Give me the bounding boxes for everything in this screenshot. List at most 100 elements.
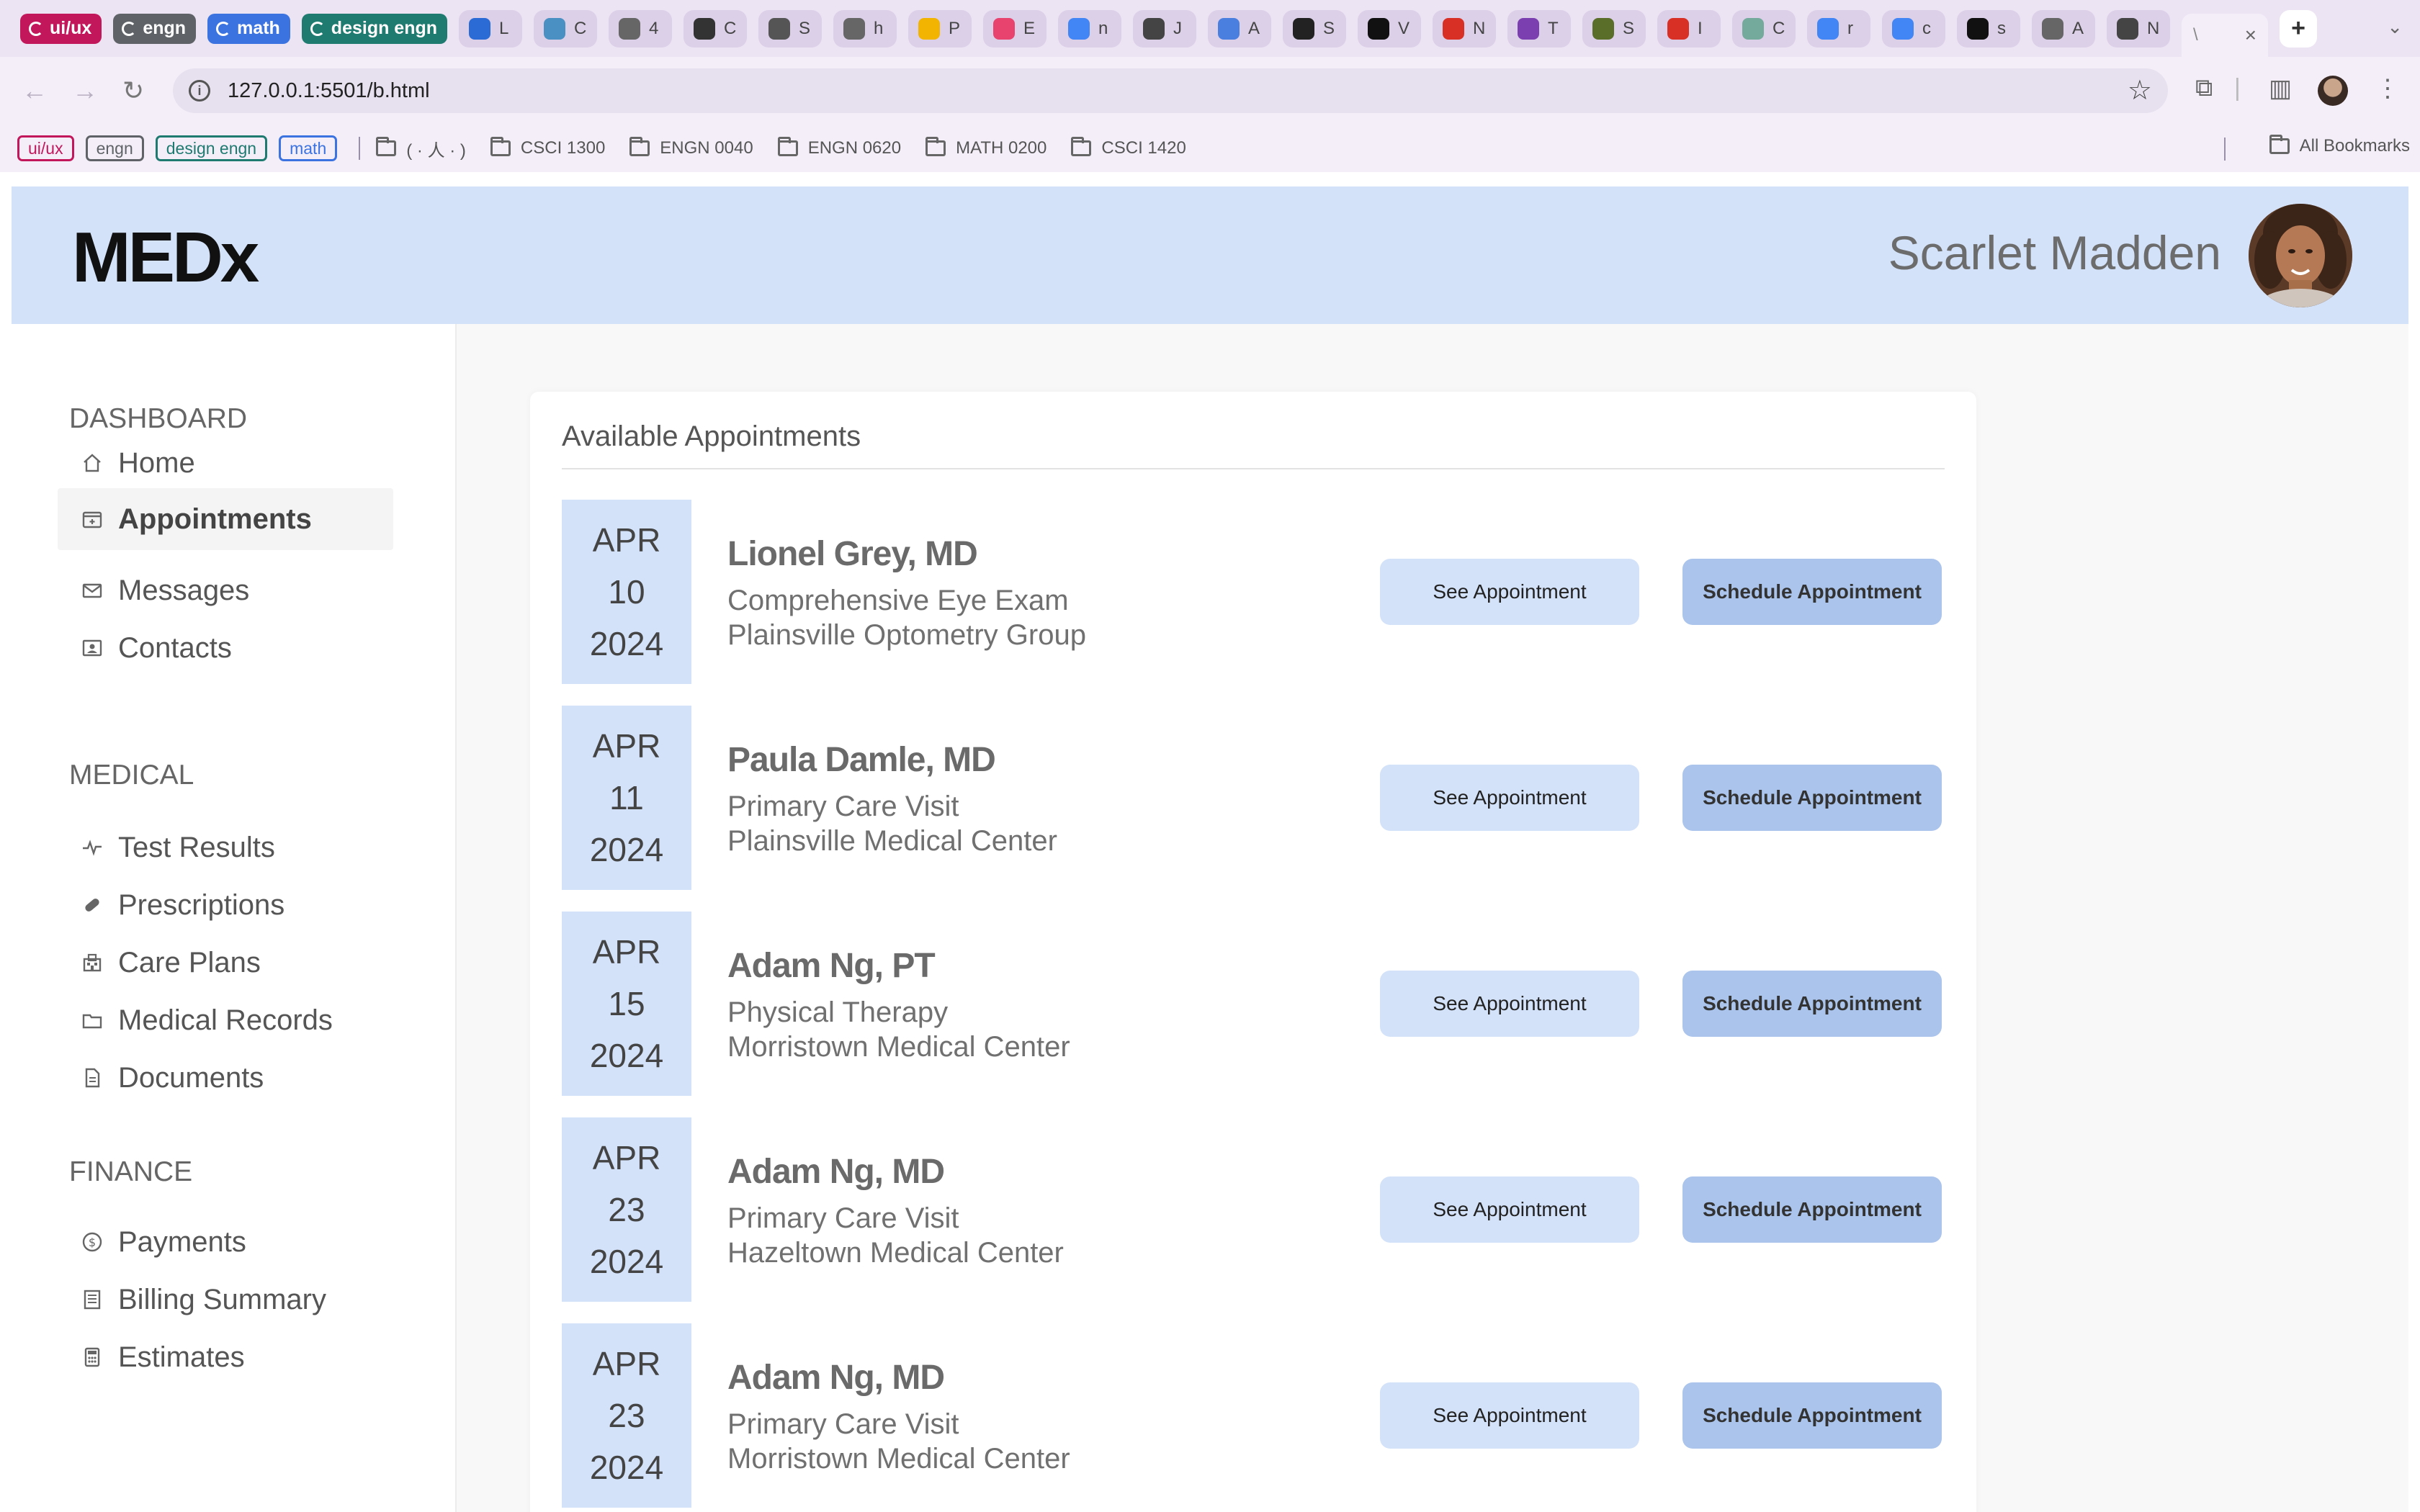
site-info-icon[interactable]: i — [189, 80, 210, 102]
sidebar-item-test-results[interactable]: Test Results — [58, 816, 393, 878]
tab-favicon-icon — [1518, 17, 1540, 40]
appointment-row: APR 10 2024 Lionel Grey, MD Comprehensive Ey… — [562, 500, 1945, 684]
sidebar-item-messages[interactable]: Messages — [58, 559, 393, 621]
app-logo[interactable]: MEDx — [72, 217, 259, 298]
appointment-row: APR 11 2024 Paula Damle, MD Primary Care Vis… — [562, 706, 1945, 890]
tab-group-math[interactable]: math — [207, 13, 290, 44]
appointment-type: Physical Therapy — [727, 996, 949, 1028]
browser-tab[interactable]: S — [758, 9, 823, 48]
tab-group-label: ui/ux — [50, 18, 92, 38]
bookmark-folder[interactable]: ENGN 0620 — [777, 136, 901, 161]
sidebar-item-care-plans[interactable]: Care Plans — [58, 932, 393, 994]
bookmark-folder[interactable]: MATH 0200 — [926, 136, 1047, 161]
browser-tab[interactable]: A — [1208, 9, 1272, 48]
browser-tab[interactable]: A — [2032, 9, 2096, 48]
browser-tab[interactable]: I — [1657, 9, 1721, 48]
active-tab[interactable]: \ × — [2182, 14, 2269, 57]
bookmark-group-chip[interactable]: ui/ux — [17, 135, 74, 161]
tab-group-engn[interactable]: engn — [113, 13, 197, 44]
tab-favicon-icon — [1293, 17, 1315, 40]
see-appointment-button[interactable]: See Appointment — [1380, 1176, 1639, 1243]
avatar-portrait-icon — [2249, 204, 2352, 307]
bookmark-folder[interactable]: CSCI 1300 — [490, 136, 605, 161]
tab-favicon-icon — [619, 17, 641, 40]
browser-tab[interactable]: N — [2107, 9, 2171, 48]
side-panel-icon[interactable]: ▥ — [2269, 74, 2292, 103]
sidebar-item-contacts[interactable]: Contacts — [58, 617, 393, 679]
toolbar-divider: | — [2234, 74, 2241, 102]
tab-title: C — [724, 18, 737, 38]
browser-tab[interactable]: L — [459, 9, 523, 48]
sidebar-item-label: Home — [118, 446, 195, 479]
browser-tab[interactable]: N — [1433, 9, 1497, 48]
browser-tab[interactable]: S — [1582, 9, 1646, 48]
profile-avatar-icon[interactable] — [2318, 76, 2348, 106]
see-appointment-button[interactable]: See Appointment — [1380, 1382, 1639, 1449]
browser-tab[interactable]: C — [1732, 9, 1796, 48]
sidebar-item-estimates[interactable]: Estimates — [58, 1326, 393, 1388]
see-appointment-button[interactable]: See Appointment — [1380, 765, 1639, 831]
bookmark-folder[interactable]: CSCI 1420 — [1071, 136, 1186, 161]
bookmark-group-chip[interactable]: design engn — [155, 135, 268, 161]
browser-tab[interactable]: C — [534, 9, 598, 48]
see-appointment-button[interactable]: See Appointment — [1380, 971, 1639, 1037]
extensions-icon[interactable]: ⧉ — [2195, 74, 2213, 102]
sidebar-item-home[interactable]: Home — [58, 432, 393, 494]
bookmark-folder[interactable]: ENGN 0040 — [629, 136, 753, 161]
browser-tab[interactable]: 4 — [609, 9, 673, 48]
sidebar-item-label: Estimates — [118, 1341, 245, 1373]
sidebar-item-appointments[interactable]: Appointments — [58, 488, 393, 550]
forward-icon[interactable]: → — [72, 76, 98, 106]
address-bar[interactable]: i 127.0.0.1:5501/b.html ☆ — [173, 68, 2168, 113]
bookmark-group-chip[interactable]: engn — [85, 135, 144, 161]
user-avatar[interactable] — [2249, 204, 2352, 307]
browser-tab[interactable]: S — [1283, 9, 1347, 48]
appointment-date: APR 11 2024 — [562, 706, 691, 890]
browser-tab[interactable]: J — [1133, 9, 1197, 48]
schedule-appointment-button[interactable]: Schedule Appointment — [1682, 1382, 1942, 1449]
browser-tab[interactable]: n — [1058, 9, 1122, 48]
schedule-appointment-button[interactable]: Schedule Appointment — [1682, 559, 1942, 625]
sidebar-item-documents[interactable]: Documents — [58, 1047, 393, 1109]
appointment-row: APR 15 2024 Adam Ng, PT Physical Therapy Morr… — [562, 912, 1945, 1096]
tab-group-ui-ux[interactable]: ui/ux — [20, 13, 102, 44]
tab-title: c — [1922, 18, 1932, 38]
see-appointment-button[interactable]: See Appointment — [1380, 559, 1639, 625]
tab-group-label: design engn — [331, 18, 438, 38]
sidebar: DASHBOARD Home Appointments Messages Contact… — [12, 324, 457, 1512]
sidebar-item-medical-records[interactable]: Medical Records — [58, 989, 393, 1051]
browser-tab[interactable]: T — [1507, 9, 1572, 48]
back-icon[interactable]: ← — [22, 76, 48, 106]
menu-kebab-icon[interactable]: ⋮ — [2375, 74, 2400, 103]
all-bookmarks-label: All Bookmarks — [2299, 136, 2410, 156]
browser-tab[interactable]: P — [908, 9, 972, 48]
bookmark-star-icon[interactable]: ☆ — [2128, 74, 2152, 107]
appointment-type: Primary Care Visit — [727, 1202, 959, 1234]
tab-list-icon[interactable]: ⌄ — [2387, 16, 2403, 38]
browser-tab[interactable]: s — [1957, 9, 2021, 48]
schedule-appointment-button[interactable]: Schedule Appointment — [1682, 971, 1942, 1037]
bookmark-folder[interactable]: ( · 人 · ) — [376, 136, 466, 161]
sidebar-item-label: Appointments — [118, 503, 312, 535]
schedule-appointment-button[interactable]: Schedule Appointment — [1682, 765, 1942, 831]
browser-tab[interactable]: C — [684, 9, 748, 48]
all-bookmarks-button[interactable]: All Bookmarks — [2269, 135, 2410, 156]
bookmark-group-chip[interactable]: math — [279, 135, 338, 161]
tab-title: S — [1323, 18, 1335, 38]
browser-tab[interactable]: c — [1882, 9, 1946, 48]
sidebar-item-billing-summary[interactable]: Billing Summary — [58, 1269, 393, 1331]
browser-tab[interactable]: r — [1807, 9, 1871, 48]
sidebar-item-payments[interactable]: $ Payments — [58, 1211, 393, 1273]
browser-tab[interactable]: V — [1358, 9, 1422, 48]
new-tab-button[interactable]: + — [2280, 9, 2318, 48]
browser-tab[interactable]: E — [983, 9, 1047, 48]
browser-tab[interactable]: h — [833, 9, 897, 48]
schedule-appointment-button[interactable]: Schedule Appointment — [1682, 1176, 1942, 1243]
url-text[interactable]: 127.0.0.1:5501/b.html — [228, 79, 430, 103]
appointment-location: Morristown Medical Center — [727, 1443, 1070, 1475]
close-icon[interactable]: × — [2245, 24, 2257, 47]
calendar-icon — [81, 508, 104, 531]
sidebar-item-prescriptions[interactable]: Prescriptions — [58, 874, 393, 936]
reload-icon[interactable]: ↻ — [122, 76, 144, 106]
tab-group-design-engn[interactable]: design engn — [301, 13, 448, 44]
